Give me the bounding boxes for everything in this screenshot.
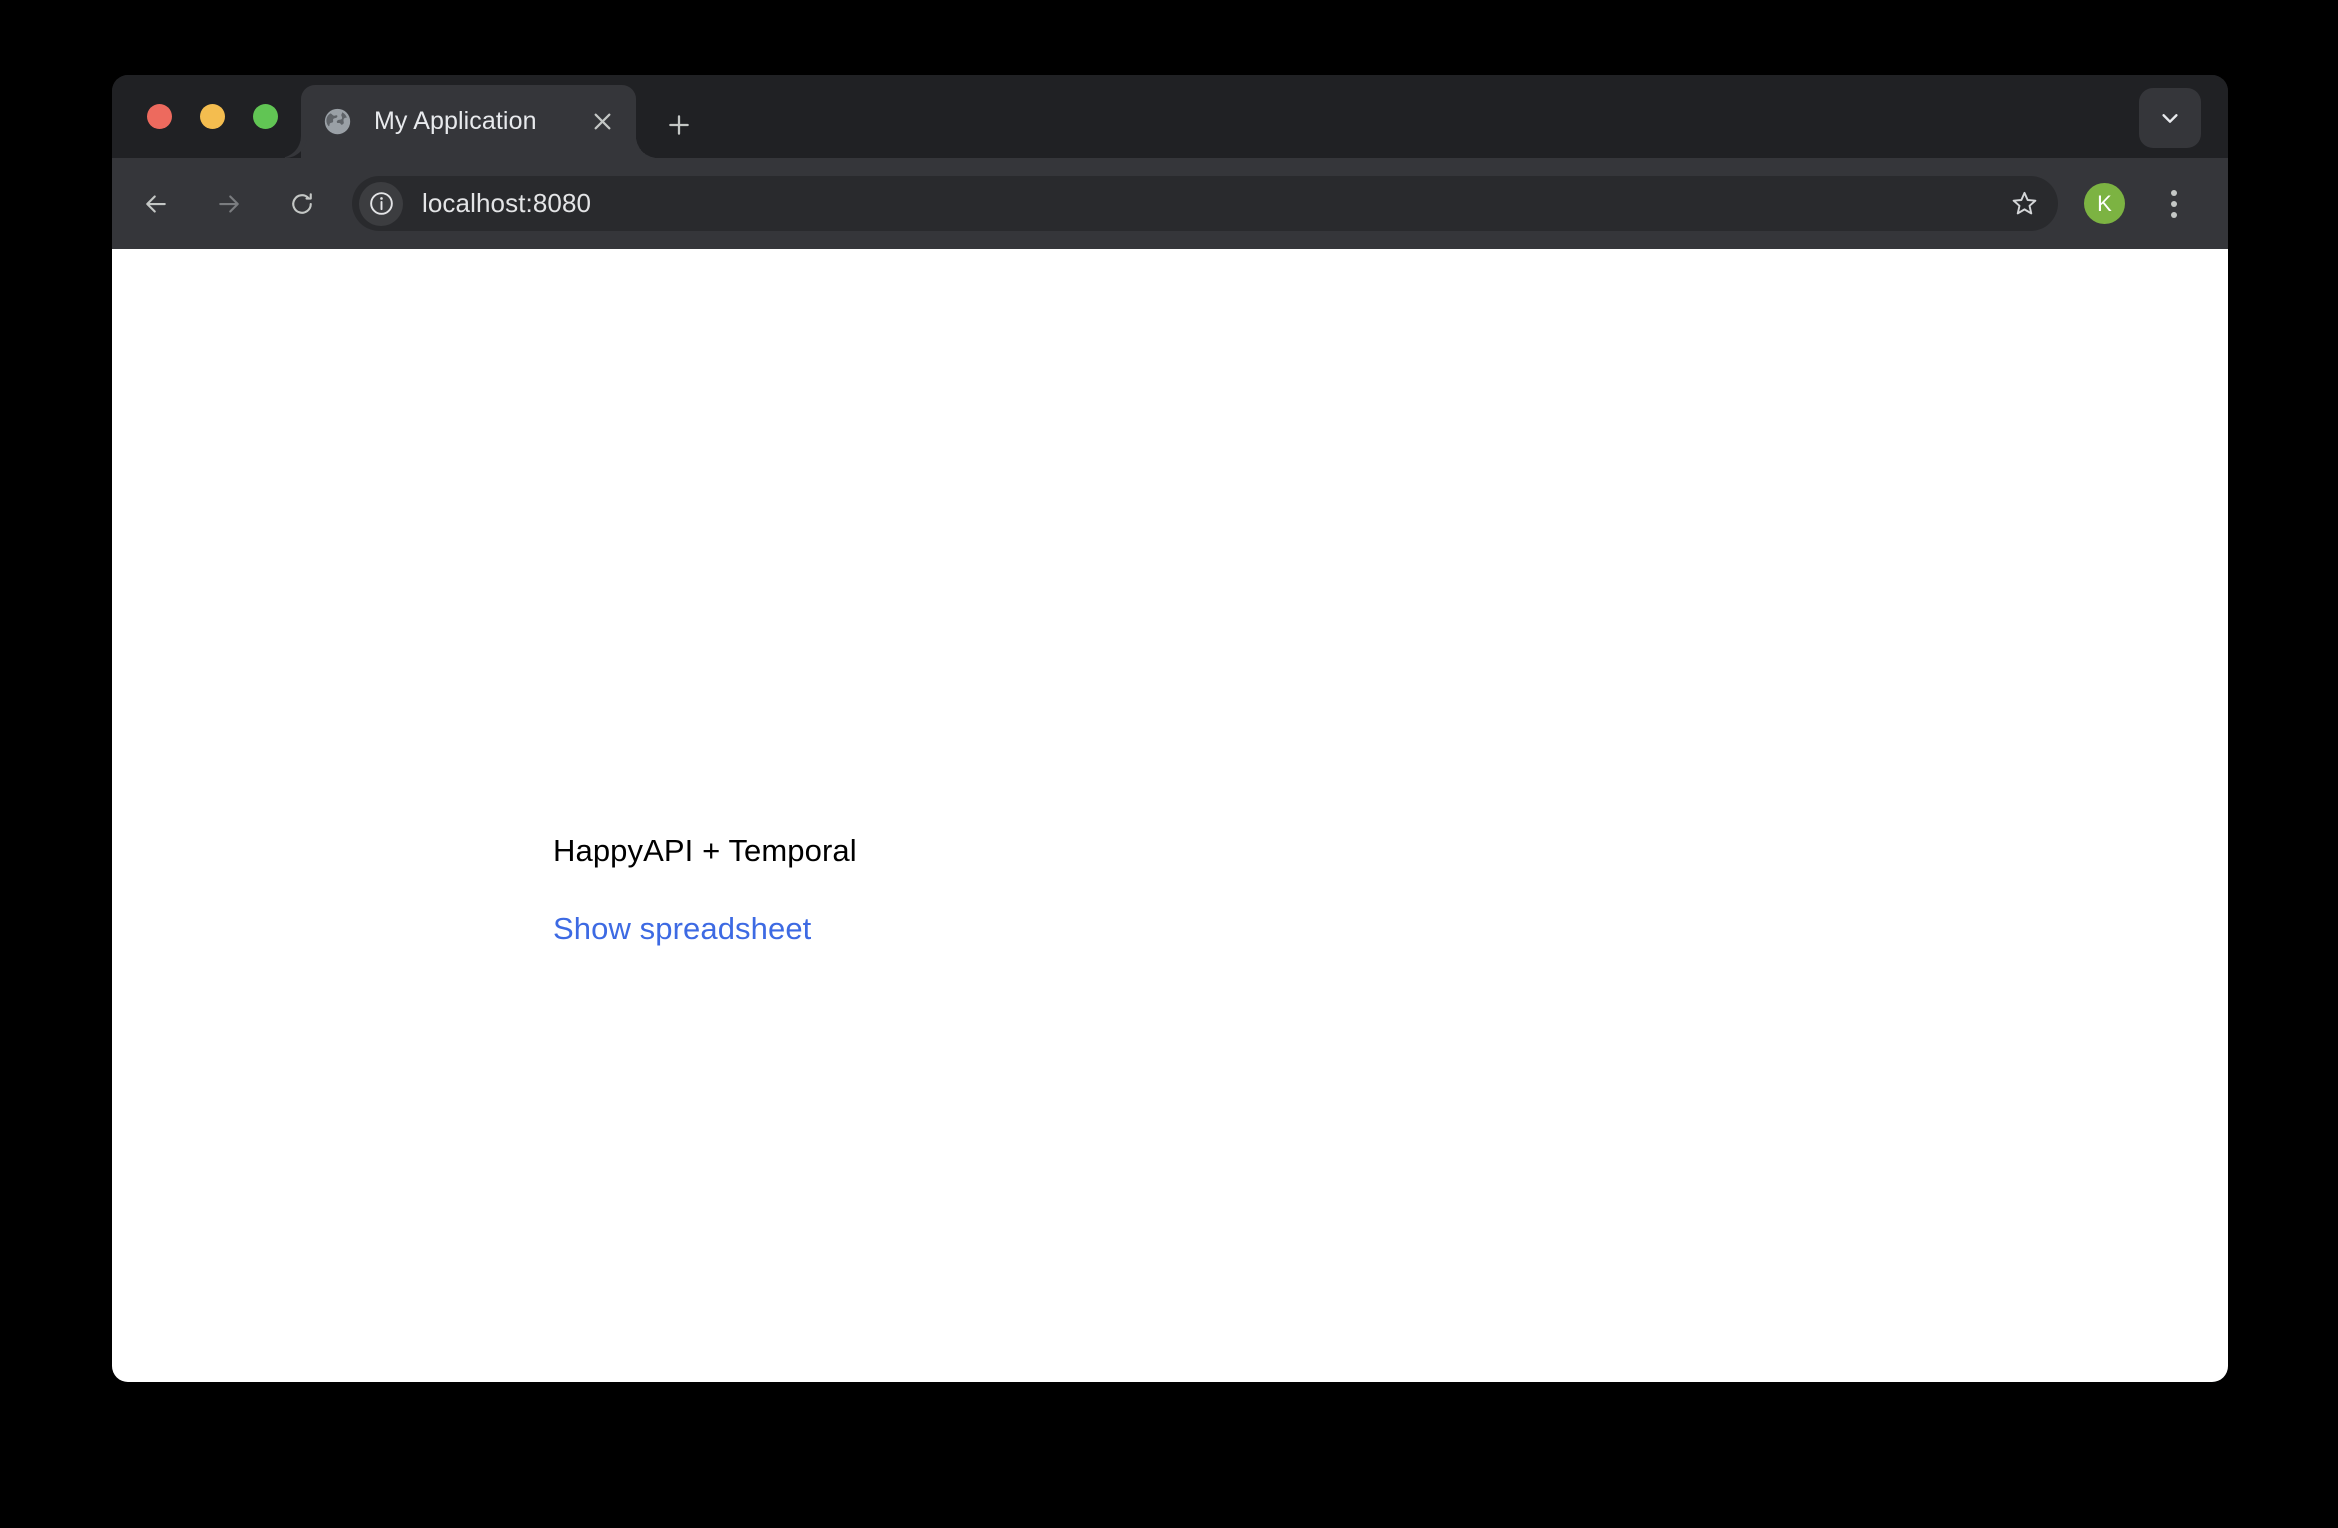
browser-toolbar: localhost:8080 K <box>112 158 2228 249</box>
site-information-icon[interactable] <box>359 181 403 226</box>
forward-button <box>203 178 255 230</box>
menu-dot <box>2171 201 2177 207</box>
reload-button[interactable] <box>276 178 328 230</box>
show-spreadsheet-link[interactable]: Show spreadsheet <box>553 911 811 947</box>
menu-dot <box>2171 190 2177 196</box>
tab-strip: My Application <box>112 75 2228 158</box>
page-heading: HappyAPI + Temporal <box>553 833 857 868</box>
profile-initial: K <box>2097 190 2112 216</box>
menu-dot <box>2171 212 2177 218</box>
minimize-window-button[interactable] <box>200 104 225 129</box>
maximize-window-button[interactable] <box>253 104 278 129</box>
back-button[interactable] <box>130 178 182 230</box>
address-bar[interactable]: localhost:8080 <box>352 176 2058 231</box>
bookmark-star-icon[interactable] <box>2000 180 2048 228</box>
three-dot-menu-button[interactable] <box>2148 178 2200 230</box>
new-tab-button[interactable] <box>657 103 701 147</box>
close-window-button[interactable] <box>147 104 172 129</box>
tab-search-button[interactable] <box>2139 88 2201 148</box>
window-controls <box>147 104 278 129</box>
tab-my-application[interactable]: My Application <box>279 85 658 158</box>
url-text[interactable]: localhost:8080 <box>422 188 2000 219</box>
page-viewport: HappyAPI + Temporal Show spreadsheet <box>112 249 2228 1382</box>
tab-title: My Application <box>374 107 537 135</box>
browser-window: My Application localhost:8080 K HappyAPI… <box>112 75 2228 1382</box>
profile-avatar[interactable]: K <box>2084 183 2125 224</box>
tab-close-icon[interactable] <box>582 102 622 142</box>
globe-icon <box>323 107 352 136</box>
